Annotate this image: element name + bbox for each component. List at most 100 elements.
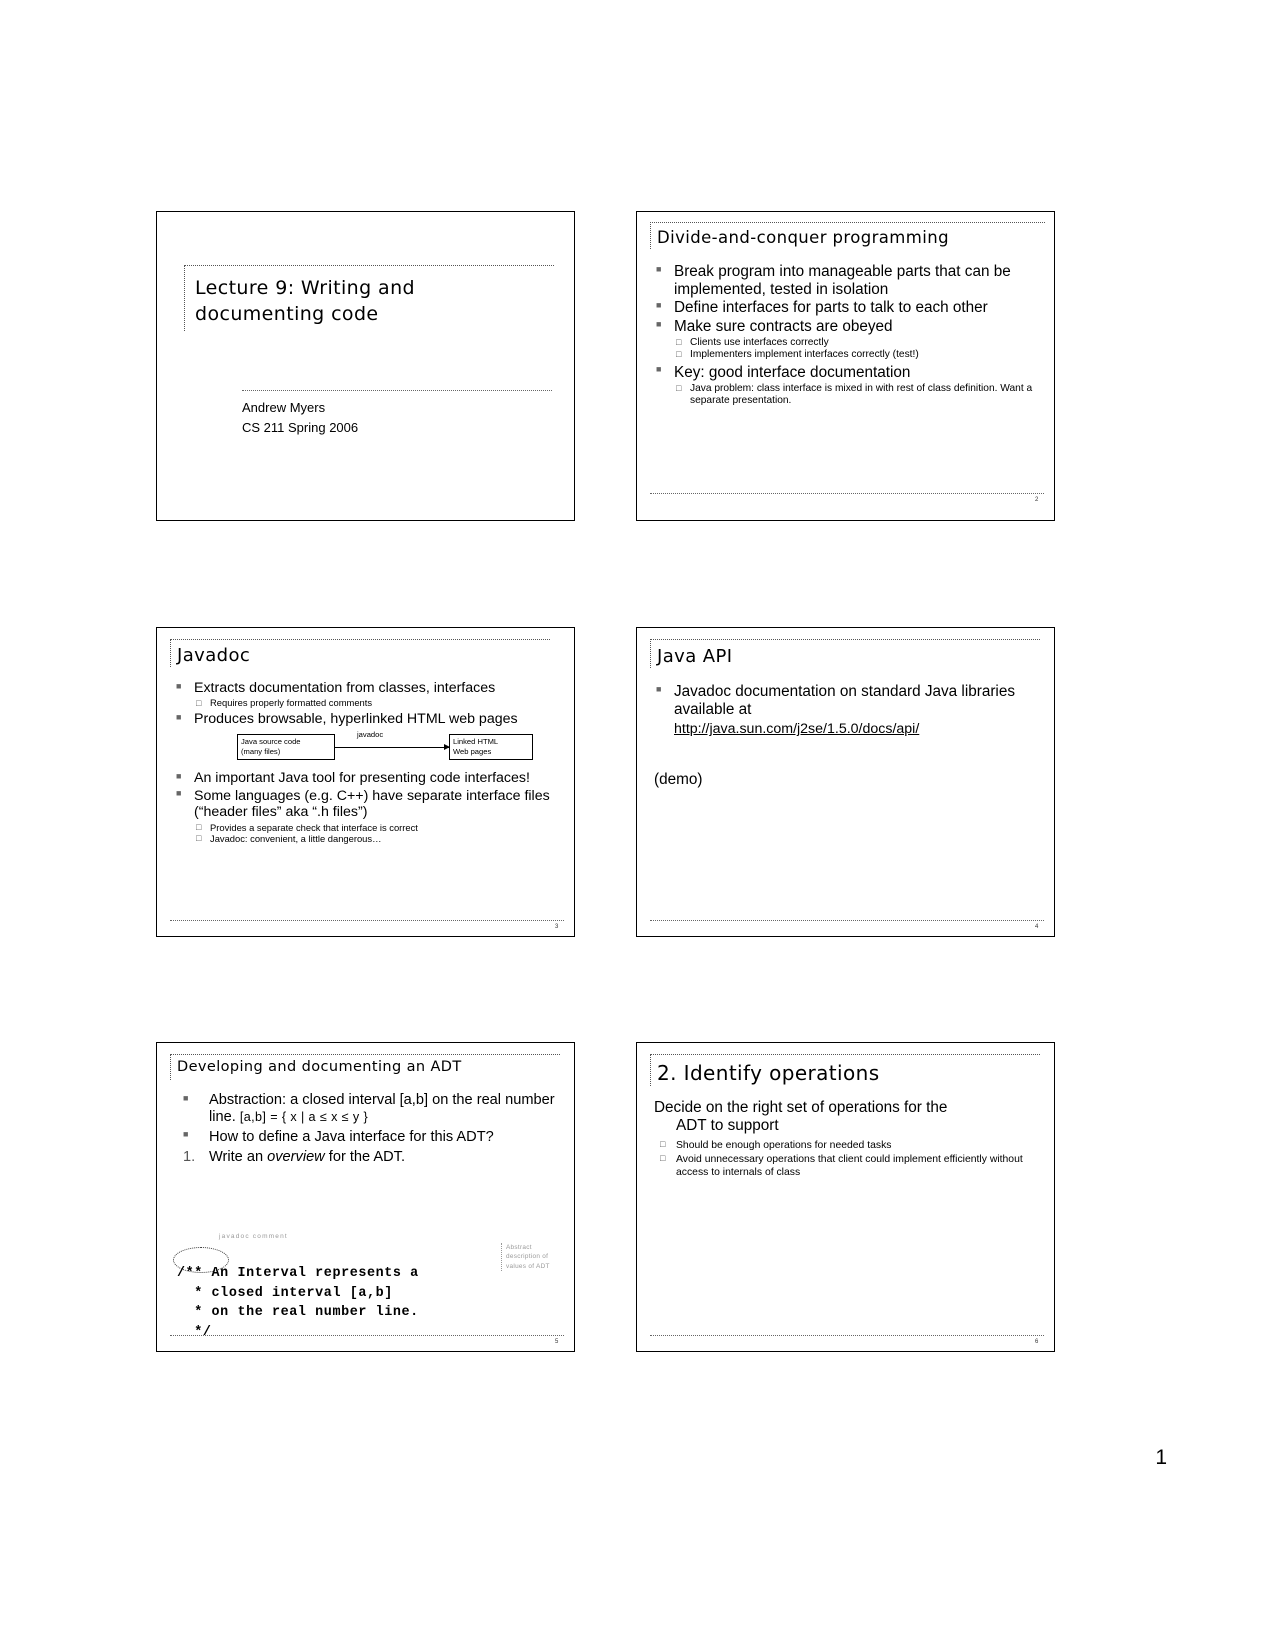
bullet-text: Break program into manageable parts that… [674, 263, 1011, 298]
sub-bullet-marker-icon: □ [196, 821, 202, 832]
slide-number: 3 [555, 924, 559, 930]
sub-bullet-marker-icon: □ [196, 833, 202, 844]
sub-bullet-list: □ Clients use interfaces correctly □ Imp… [674, 337, 1044, 362]
diagram-arrow-label: javadoc [357, 730, 384, 740]
bullet-list: ■ Abstraction: a closed interval [a,b] o… [177, 1092, 567, 1146]
bullet-marker-icon: ■ [656, 263, 662, 274]
sub-list-item: □ Requires properly formatted comments [194, 697, 566, 708]
java-api-url-link[interactable]: http://java.sun.com/j2se/1.5.0/docs/api/ [674, 721, 1046, 737]
slide-6: 2. Identify operations Decide on the rig… [636, 1042, 1055, 1352]
slide-2: Divide-and-conquer programming ■ Break p… [636, 211, 1055, 521]
list-item: ■ Define interfaces for parts to talk to… [654, 299, 1044, 317]
diagram-source-box: Java source code (many files) [237, 734, 335, 761]
step-text-pre: Write an [209, 1148, 268, 1165]
sub-bullet-text: Requires properly formatted comments [210, 697, 373, 709]
slide-5-title-placeholder: Developing and documenting an ADT [170, 1054, 560, 1080]
bullet-list: ■ Javadoc documentation on standard Java… [654, 683, 1046, 718]
bullet-marker-icon: ■ [176, 788, 182, 799]
sub-list-item: □ Should be enough operations for needed… [654, 1139, 1048, 1152]
bullet-marker-icon: ■ [183, 1092, 189, 1103]
sub-list-item: □ Provides a separate check that interfa… [194, 822, 566, 833]
slide-number: 6 [1035, 1339, 1039, 1345]
lead-line1: Decide on the right set of operations fo… [654, 1099, 948, 1116]
sub-bullet-list: □ Requires properly formatted comments [194, 697, 566, 708]
bullet-marker-icon: ■ [656, 318, 662, 329]
sub-bullet-text: Java problem: class interface is mixed i… [690, 382, 1033, 406]
bullet-text: Some languages (e.g. C++) have separate … [194, 787, 550, 821]
bullet-marker-icon: ■ [176, 680, 182, 691]
slide-5: Developing and documenting an ADT ■ Abst… [156, 1042, 575, 1352]
list-item: ■ Javadoc documentation on standard Java… [654, 683, 1046, 718]
bullet-text: Produces browsable, hyperlinked HTML web… [194, 710, 518, 727]
step-text-emphasis: overview [267, 1148, 325, 1165]
slide-6-title-placeholder: 2. Identify operations [650, 1054, 1040, 1086]
list-item: ■ Abstraction: a closed interval [a,b] o… [177, 1092, 567, 1126]
slide-4-title: Java API [657, 646, 733, 667]
sub-bullet-text: Provides a separate check that interface… [210, 821, 418, 833]
slide-1-title: Lecture 9: Writing and documenting code [185, 266, 554, 327]
slide-1-course: CS 211 Spring 2006 [242, 419, 359, 435]
demo-note: (demo) [654, 771, 703, 789]
slide-5-body: ■ Abstraction: a closed interval [a,b] o… [177, 1092, 567, 1168]
sub-bullet-marker-icon: □ [660, 1153, 666, 1164]
slide-3-title: Javadoc [177, 645, 251, 666]
bullet-marker-icon: ■ [176, 771, 182, 782]
slide-footer-rule [650, 1335, 1044, 1336]
sub-list-item: □ Implementers implement interfaces corr… [674, 349, 1044, 361]
abstract-value-annotation: Abstract description of values of ADT [501, 1243, 566, 1271]
slide-6-lead-text: Decide on the right set of operations fo… [654, 1099, 1048, 1135]
lead-line2: ADT to support [676, 1117, 779, 1135]
list-item: ■ Produces browsable, hyperlinked HTML w… [174, 711, 566, 727]
bullet-list: ■ Break program into manageable parts th… [654, 263, 1044, 407]
slide-2-title-placeholder: Divide-and-conquer programming [650, 222, 1045, 249]
slide-footer-rule [170, 920, 564, 921]
bullet-marker-icon: ■ [656, 364, 662, 375]
sub-bullet-text: Javadoc: convenient, a little dangerous… [210, 833, 382, 845]
sub-bullet-marker-icon: □ [660, 1139, 666, 1150]
bullet-text: Define interfaces for parts to talk to e… [674, 299, 988, 317]
sub-bullet-text: Should be enough operations for needed t… [676, 1140, 892, 1152]
bullet-text: Key: good interface documentation [674, 363, 911, 381]
slide-4-body: ■ Javadoc documentation on standard Java… [654, 683, 1046, 789]
numbered-step-1: 1. Write an overview for the ADT. [177, 1149, 567, 1166]
slide-1-author: Andrew Myers [242, 400, 326, 415]
slide-1-subtitle-placeholder: Andrew Myers CS 211 Spring 2006 [242, 390, 552, 437]
sub-bullet-text: Implementers implement interfaces correc… [690, 349, 919, 361]
sub-bullet-list: □ Java problem: class interface is mixed… [674, 383, 1044, 408]
list-item: ■ An important Java tool for presenting … [174, 770, 566, 786]
sub-list-item: □ Clients use interfaces correctly [674, 337, 1044, 349]
diagram-target-line2: Web pages [453, 747, 492, 757]
sub-list-item: □ Avoid unnecessary operations that clie… [654, 1153, 1048, 1179]
diagram-target-box: Linked HTML Web pages [449, 734, 533, 761]
bullet-marker-icon: ■ [176, 711, 182, 722]
bullet-text: Javadoc documentation on standard Java l… [674, 683, 1015, 718]
javadoc-pipeline-diagram: Java source code (many files) javadoc Li… [237, 730, 537, 764]
bullet-list: ■ An important Java tool for presenting … [174, 770, 566, 844]
slide-number: 2 [1035, 497, 1039, 503]
javadoc-comment-annotation: javadoc comment [219, 1233, 288, 1240]
slide-number: 4 [1035, 924, 1039, 930]
diagram-source-line1: Java source code [241, 737, 301, 747]
page-number: 1 [1155, 1446, 1167, 1469]
bullet-text: An important Java tool for presenting co… [194, 770, 530, 787]
slide-2-body: ■ Break program into manageable parts th… [654, 263, 1044, 409]
bullet-list: ■ Extracts documentation from classes, i… [174, 680, 566, 727]
slide-5-title: Developing and documenting an ADT [177, 1059, 462, 1075]
list-item: ■ How to define a Java interface for thi… [177, 1129, 567, 1146]
sub-list-item: □ Java problem: class interface is mixed… [674, 383, 1044, 408]
arrow-right-icon [335, 744, 450, 751]
sub-list-item: □ Javadoc: convenient, a little dangerou… [194, 833, 566, 844]
slide-6-body: Decide on the right set of operations fo… [654, 1099, 1048, 1181]
list-item: ■ Extracts documentation from classes, i… [174, 680, 566, 709]
slide-4: Java API ■ Javadoc documentation on stan… [636, 627, 1055, 937]
handout-page: Lecture 9: Writing and documenting code … [0, 0, 1275, 1650]
bullet-marker-icon: ■ [183, 1129, 189, 1140]
step-number: 1. [183, 1148, 196, 1165]
sub-bullet-marker-icon: □ [676, 382, 682, 393]
slide-4-title-placeholder: Java API [650, 639, 1040, 668]
bullet-text: Extracts documentation from classes, int… [194, 680, 496, 696]
slide-number: 5 [555, 1339, 559, 1345]
slide-2-title: Divide-and-conquer programming [657, 228, 949, 247]
sub-bullet-text: Clients use interfaces correctly [690, 336, 829, 348]
bullet-marker-icon: ■ [656, 300, 662, 311]
